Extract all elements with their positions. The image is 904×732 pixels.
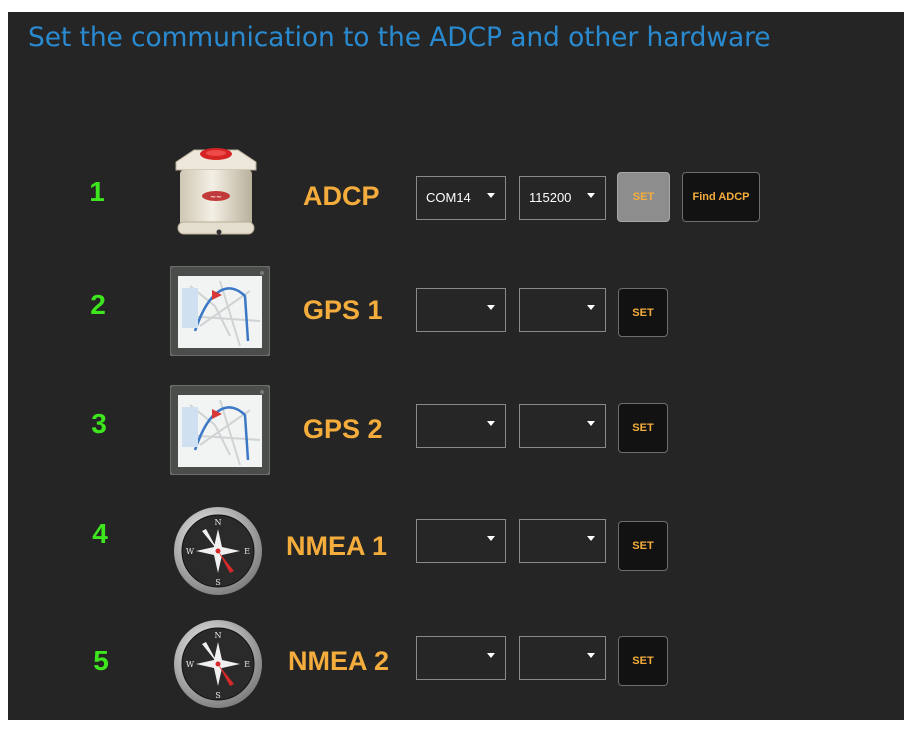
chevron-down-icon xyxy=(487,536,495,541)
nmea-2-baud-select[interactable] xyxy=(519,636,606,680)
gps-2-set-button[interactable]: SET xyxy=(618,403,668,453)
device-label-gps-1: GPS 1 xyxy=(303,295,383,325)
svg-text:E: E xyxy=(244,660,250,669)
adcp-port-value: COM14 xyxy=(426,190,471,205)
device-label-adcp: ADCP xyxy=(303,181,380,211)
settings-panel xyxy=(8,12,904,720)
adcp-set-button[interactable]: SET xyxy=(617,172,670,222)
row-number-3: 3 xyxy=(91,408,107,439)
svg-text:W: W xyxy=(186,660,195,669)
svg-text:N: N xyxy=(215,518,222,527)
row-number-2: 2 xyxy=(90,289,106,320)
adcp-port-select[interactable]: COM14 xyxy=(416,176,506,220)
adcp-baud-value: 115200 xyxy=(529,190,572,205)
chevron-down-icon xyxy=(587,193,595,198)
device-label-nmea-2: NMEA 2 xyxy=(288,646,390,676)
nmea-2-port-select[interactable] xyxy=(416,636,506,680)
svg-text:S: S xyxy=(215,691,220,700)
chevron-down-icon xyxy=(487,421,495,426)
adcp-baud-select[interactable]: 115200 xyxy=(519,176,606,220)
nmea-1-port-select[interactable] xyxy=(416,519,506,563)
gps-2-baud-select[interactable] xyxy=(519,404,606,448)
svg-text:S: S xyxy=(215,578,220,587)
svg-text:~~: ~~ xyxy=(210,193,222,201)
chevron-down-icon xyxy=(587,536,595,541)
gps-1-port-select[interactable] xyxy=(416,288,506,332)
chevron-down-icon xyxy=(487,193,495,198)
gps-map-icon xyxy=(170,385,270,475)
gps-2-port-select[interactable] xyxy=(416,404,506,448)
chevron-down-icon xyxy=(587,305,595,310)
device-label-nmea-1: NMEA 1 xyxy=(286,531,388,561)
device-label-gps-2: GPS 2 xyxy=(303,414,383,444)
gps-1-baud-select[interactable] xyxy=(519,288,606,332)
svg-text:E: E xyxy=(244,547,250,556)
gps-1-set-button[interactable]: SET xyxy=(618,288,668,337)
chevron-down-icon xyxy=(587,421,595,426)
chevron-down-icon xyxy=(487,305,495,310)
nmea-2-set-button[interactable]: SET xyxy=(618,636,668,686)
compass-icon: N S W E xyxy=(174,620,262,708)
find-adcp-button[interactable]: Find ADCP xyxy=(682,172,760,222)
nmea-1-set-button[interactable]: SET xyxy=(618,521,668,571)
nmea-1-baud-select[interactable] xyxy=(519,519,606,563)
svg-text:N: N xyxy=(215,631,222,640)
page-title: Set the communication to the ADCP and ot… xyxy=(28,22,771,53)
gps-map-icon xyxy=(170,266,270,356)
row-number-5: 5 xyxy=(93,645,109,676)
row-number-1: 1 xyxy=(89,176,105,207)
row-number-4: 4 xyxy=(92,518,108,549)
adcp-device-icon: ~~ xyxy=(175,148,257,235)
svg-text:W: W xyxy=(186,547,195,556)
chevron-down-icon xyxy=(587,653,595,658)
chevron-down-icon xyxy=(487,653,495,658)
compass-icon: N S W E xyxy=(174,507,262,595)
